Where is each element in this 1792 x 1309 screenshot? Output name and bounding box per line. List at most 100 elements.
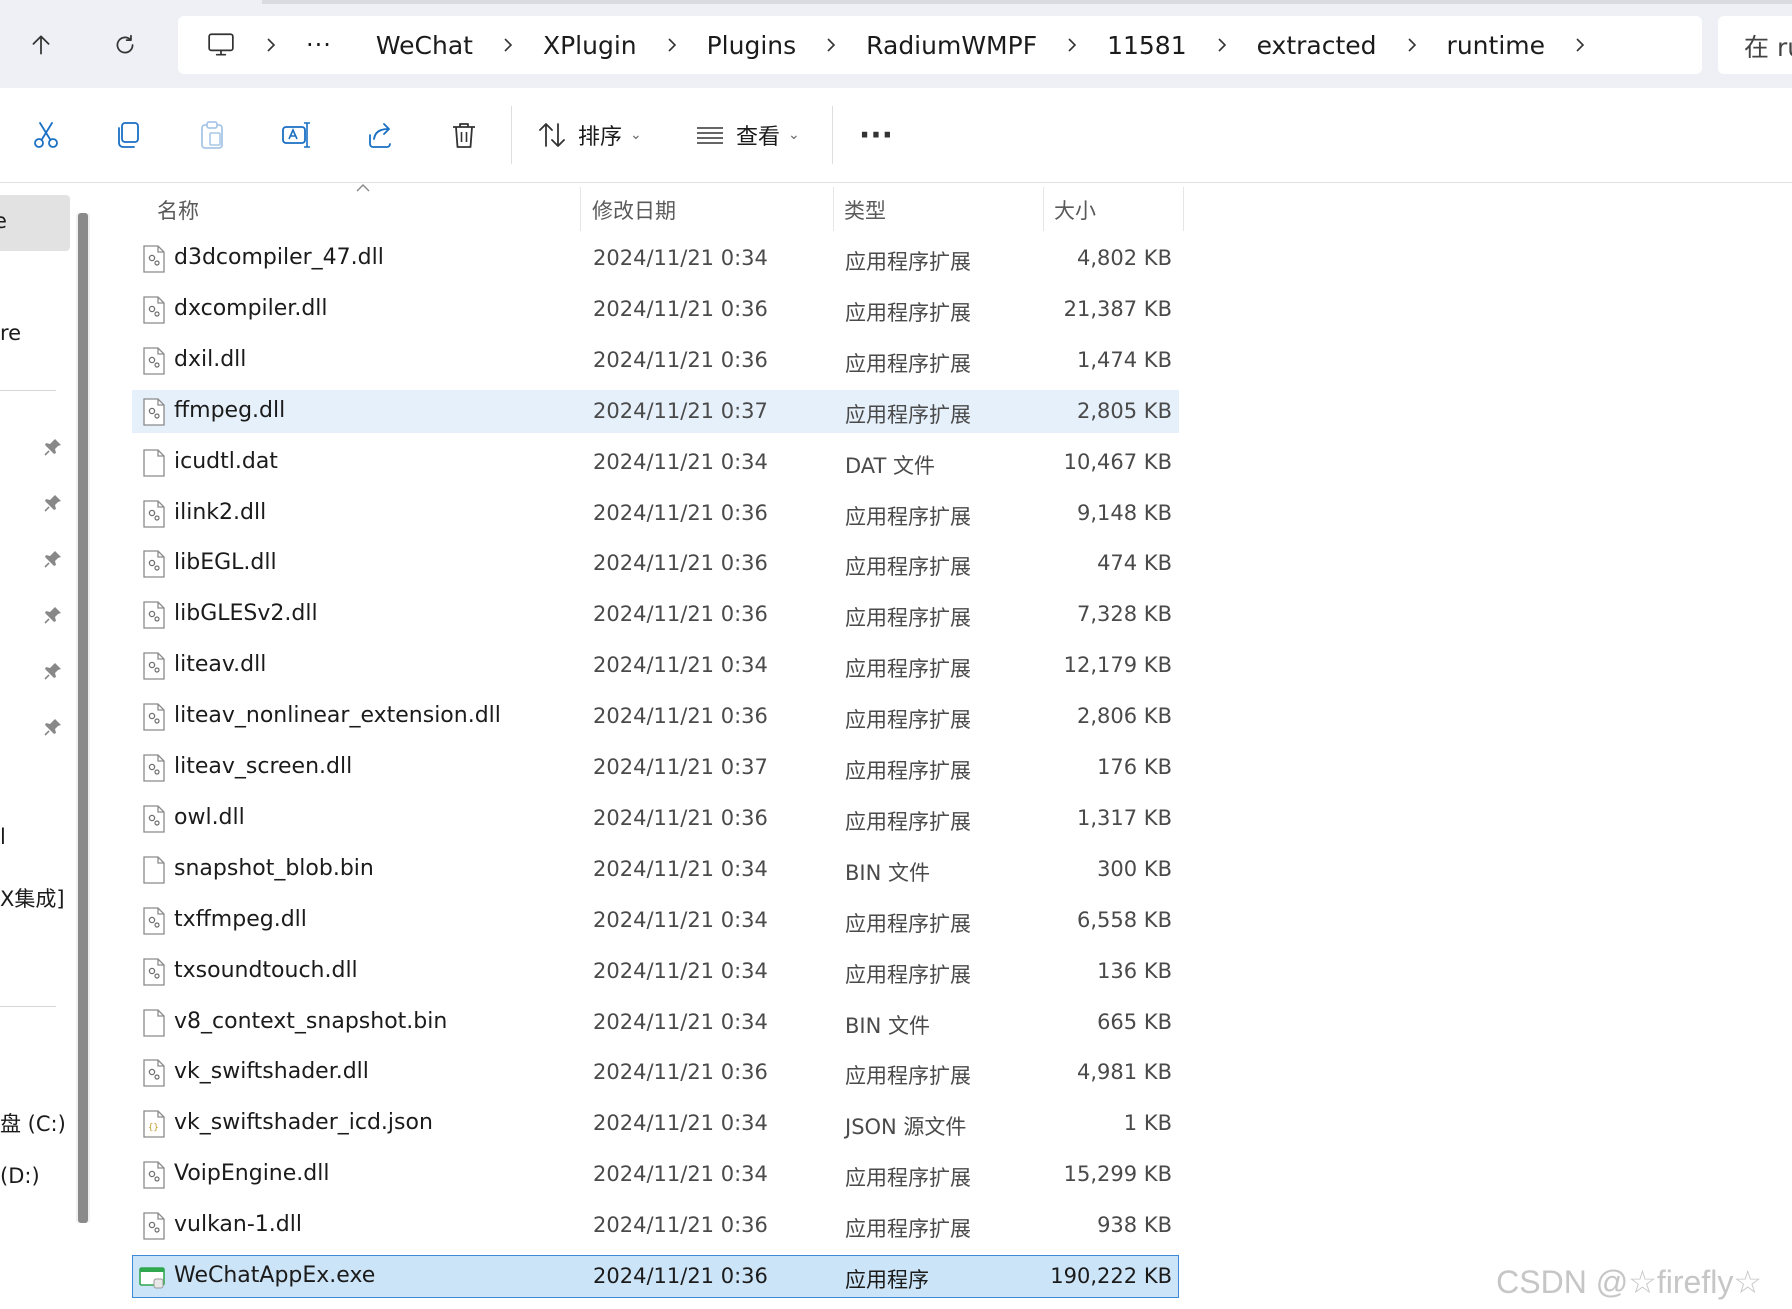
list-view-icon [697, 127, 723, 144]
file-date: 2024/11/21 0:36 [593, 1060, 768, 1085]
file-row[interactable]: ilink2.dll 2024/11/21 0:36 应用程序扩展 9,148 KB [132, 492, 1179, 535]
nav-item-drive-d[interactable]: (D:) [0, 1164, 40, 1188]
blank-file-icon [143, 856, 165, 884]
file-size: 1,317 KB [1077, 805, 1172, 830]
chevron-right-icon[interactable] [1199, 37, 1245, 53]
nav-item-drive-c[interactable]: 盘 (C:) [0, 1108, 66, 1138]
file-list: 名称 修改日期 类型 大小 d3dcompiler_47.dll 2024/11/… [100, 183, 1792, 1309]
trash-icon [453, 123, 475, 148]
file-row[interactable]: liteav_nonlinear_extension.dll 2024/11/21… [132, 695, 1179, 738]
file-row[interactable]: d3dcompiler_47.dll 2024/11/21 0:34 应用程序扩展 4… [132, 237, 1179, 280]
nav-divider [0, 1006, 56, 1007]
refresh-button[interactable] [100, 22, 150, 68]
dll-icon [143, 703, 165, 731]
chevron-right-icon[interactable] [485, 37, 531, 53]
refresh-icon [116, 34, 134, 54]
breadcrumb-item-extracted[interactable]: extracted [1245, 31, 1389, 60]
file-row[interactable]: v8_context_snapshot.bin 2024/11/21 0:34 BI… [132, 1001, 1179, 1044]
up-button[interactable] [16, 22, 66, 68]
nav-scrollbar-thumb[interactable] [78, 213, 88, 1223]
pin-icon [44, 551, 61, 568]
breadcrumb-item-xplugin[interactable]: XPlugin [531, 31, 649, 60]
file-date: 2024/11/21 0:36 [593, 296, 768, 321]
nav-item-selected[interactable]: e [0, 195, 70, 251]
file-row[interactable]: owl.dll 2024/11/21 0:36 应用程序扩展 1,317 KB [132, 797, 1179, 840]
dll-icon [143, 957, 165, 986]
file-row[interactable]: {} vk_swiftshader_icd.json 2024/11/21 0:34… [132, 1102, 1179, 1145]
column-header-size[interactable]: 大小 [1054, 195, 1096, 225]
view-button[interactable]: 查看 ⌄ [694, 112, 800, 158]
breadcrumb-item-radiumwmpf[interactable]: RadiumWMPF [854, 31, 1049, 60]
file-row[interactable]: txsoundtouch.dll 2024/11/21 0:34 应用程序扩展 136… [132, 950, 1179, 993]
column-header-date[interactable]: 修改日期 [592, 195, 676, 225]
breadcrumb-item-wechat[interactable]: WeChat [364, 31, 485, 60]
file-size: 12,179 KB [1063, 653, 1172, 678]
breadcrumb-item-plugins[interactable]: Plugins [695, 31, 809, 60]
file-date: 2024/11/21 0:34 [593, 1162, 768, 1187]
chevron-right-icon[interactable] [248, 37, 294, 53]
nav-item-label[interactable]: X集成] [0, 883, 65, 913]
chevron-right-icon[interactable] [1389, 37, 1435, 53]
file-row[interactable]: liteav_screen.dll 2024/11/21 0:37 应用程序扩展 17… [132, 746, 1179, 789]
file-row[interactable]: WeChatAppEx.exe 2024/11/21 0:36 应用程序 190,22… [132, 1255, 1179, 1298]
file-row[interactable]: dxil.dll 2024/11/21 0:36 应用程序扩展 1,474 KB [132, 339, 1179, 382]
file-row[interactable]: vk_swiftshader.dll 2024/11/21 0:36 应用程序扩展 4… [132, 1051, 1179, 1094]
copy-button[interactable] [106, 112, 150, 158]
breadcrumb-overflow[interactable]: ··· [294, 31, 344, 59]
file-size: 7,328 KB [1077, 602, 1172, 627]
breadcrumb-item-11581[interactable]: 11581 [1095, 31, 1199, 60]
cut-button[interactable] [24, 112, 68, 158]
file-row[interactable]: vulkan-1.dll 2024/11/21 0:36 应用程序扩展 938 KB [132, 1204, 1179, 1247]
chevron-right-icon[interactable] [1557, 37, 1603, 53]
file-row[interactable]: liteav.dll 2024/11/21 0:34 应用程序扩展 12,179 KB [132, 644, 1179, 687]
paste-button[interactable] [190, 112, 234, 158]
address-row: ··· WeChat XPlugin Plugins RadiumWMPF 11… [0, 0, 1792, 88]
file-type: 应用程序扩展 [845, 657, 971, 682]
column-divider[interactable] [580, 187, 581, 231]
copy-icon [118, 122, 139, 148]
search-input[interactable]: 在 ru [1718, 16, 1792, 74]
dll-icon [143, 601, 165, 629]
file-name: dxil.dll [174, 346, 247, 372]
json-file-icon: {} [143, 1110, 165, 1138]
dll-icon [143, 499, 165, 528]
chevron-right-icon[interactable] [649, 37, 695, 53]
file-date: 2024/11/21 0:36 [593, 1213, 768, 1238]
delete-button[interactable] [442, 112, 486, 158]
column-divider[interactable] [1043, 187, 1044, 231]
file-row[interactable]: libEGL.dll 2024/11/21 0:36 应用程序扩展 474 KB [132, 542, 1179, 585]
column-header-name[interactable]: 名称 [157, 195, 199, 225]
column-divider[interactable] [833, 187, 834, 231]
pin-icon [44, 439, 61, 456]
nav-item-label[interactable]: l [0, 825, 6, 849]
file-row[interactable]: snapshot_blob.bin 2024/11/21 0:34 BIN 文件 30… [132, 848, 1179, 891]
blank-file-icon [143, 448, 165, 477]
sort-button[interactable]: 排序 ⌄ [536, 112, 642, 158]
pin-icon [44, 719, 61, 736]
file-size: 2,806 KB [1077, 704, 1172, 729]
this-pc-icon[interactable] [194, 32, 248, 58]
breadcrumb[interactable]: ··· WeChat XPlugin Plugins RadiumWMPF 11… [178, 16, 1702, 74]
file-size: 9,148 KB [1077, 500, 1172, 525]
file-row[interactable]: icudtl.dat 2024/11/21 0:34 DAT 文件 10,467 KB [132, 441, 1179, 484]
file-row[interactable]: VoipEngine.dll 2024/11/21 0:34 应用程序扩展 15,29… [132, 1153, 1179, 1196]
file-row[interactable]: ffmpeg.dll 2024/11/21 0:37 应用程序扩展 2,805 KB [132, 389, 1179, 433]
file-row[interactable]: txffmpeg.dll 2024/11/21 0:34 应用程序扩展 6,558 K… [132, 899, 1179, 942]
column-header-type[interactable]: 类型 [844, 195, 886, 225]
file-date: 2024/11/21 0:36 [593, 347, 768, 372]
rename-button[interactable] [274, 112, 318, 158]
pin-icon [44, 663, 61, 680]
nav-item-label[interactable]: re [0, 321, 21, 345]
chevron-right-icon[interactable] [1049, 37, 1095, 53]
share-button[interactable] [358, 112, 402, 158]
file-row[interactable]: libGLESv2.dll 2024/11/21 0:36 应用程序扩展 7,328 … [132, 593, 1179, 636]
file-row[interactable]: dxcompiler.dll 2024/11/21 0:36 应用程序扩展 21,38… [132, 288, 1179, 331]
more-options-button[interactable]: ··· [854, 112, 898, 158]
column-headers: 名称 修改日期 类型 大小 [100, 183, 1792, 233]
command-bar: 排序 ⌄ 查看 ⌄ ··· [0, 88, 1792, 183]
file-name: WeChatAppEx.exe [174, 1263, 376, 1288]
breadcrumb-item-runtime[interactable]: runtime [1435, 31, 1557, 60]
file-date: 2024/11/21 0:37 [593, 755, 768, 779]
column-divider[interactable] [1183, 187, 1184, 231]
chevron-right-icon[interactable] [808, 37, 854, 53]
